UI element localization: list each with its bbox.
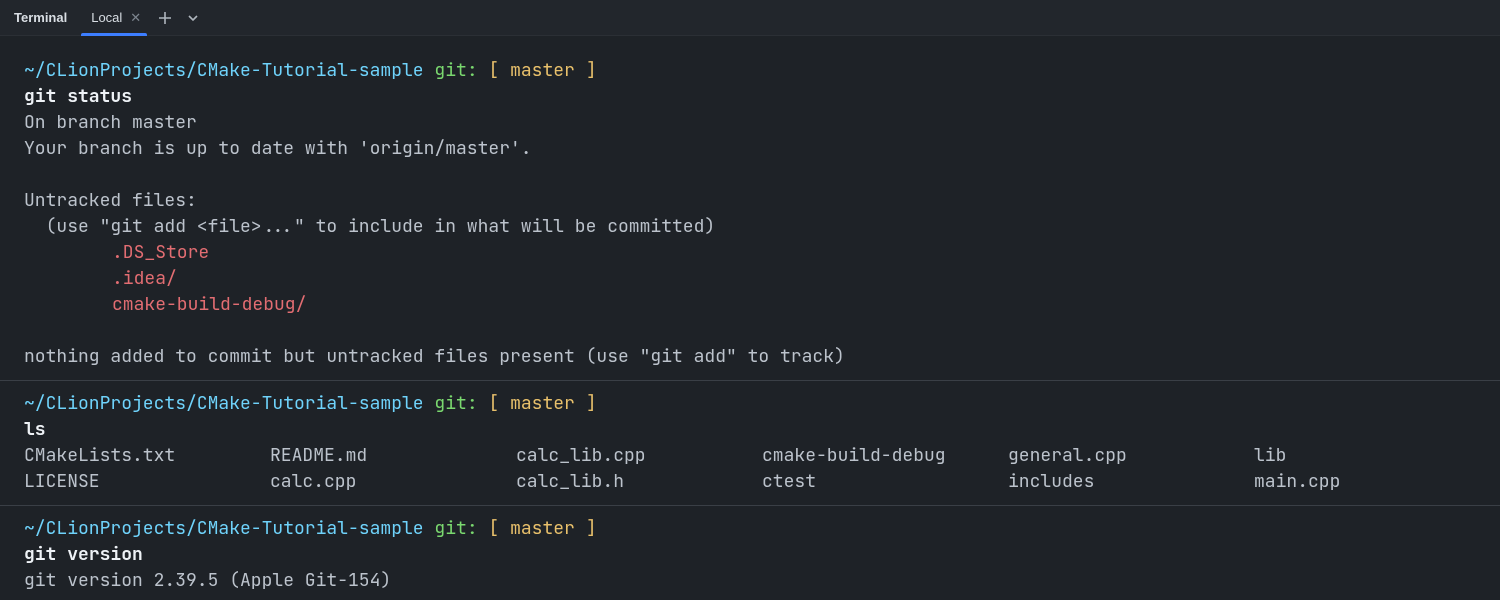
file: calc_lib.h (516, 469, 738, 495)
block-separator (0, 505, 1500, 506)
prompt-line: ~/CLionProjects/CMake-Tutorial-sample gi… (24, 391, 1476, 417)
prompt-branch-close: ] (586, 517, 597, 540)
untracked-line: .idea/ (24, 266, 1476, 292)
untracked-line: cmake-build-debug/ (24, 292, 1476, 318)
toolwindow-title: Terminal (10, 10, 77, 25)
terminal-block: ~/CLionProjects/CMake-Tutorial-sample gi… (24, 512, 1476, 598)
block-separator (0, 380, 1500, 381)
prompt-branch-close: ] (586, 392, 597, 415)
command: git version (24, 542, 1476, 568)
prompt-path: ~/CLionProjects/CMake-Tutorial-sample (24, 392, 424, 415)
tab-label: Local (91, 10, 122, 25)
terminal-block: ~/CLionProjects/CMake-Tutorial-sample gi… (24, 54, 1476, 374)
prompt-line: ~/CLionProjects/CMake-Tutorial-sample gi… (24, 516, 1476, 542)
prompt-branch-open: [ (488, 517, 499, 540)
output-line: nothing added to commit but untracked fi… (24, 344, 1476, 370)
command: git status (24, 84, 1476, 110)
terminal-viewport[interactable]: ~/CLionProjects/CMake-Tutorial-sample gi… (0, 36, 1500, 600)
output-line: On branch master (24, 110, 1476, 136)
file: calc.cpp (270, 469, 492, 495)
output-line: Untracked files: (24, 188, 1476, 214)
prompt-git: git: (434, 517, 477, 540)
prompt-git: git: (434, 392, 477, 415)
close-icon[interactable]: ✕ (130, 10, 141, 26)
prompt-branch-close: ] (586, 59, 597, 82)
chevron-down-icon (187, 12, 199, 24)
tab-menu-button[interactable] (179, 4, 207, 32)
prompt-branch-open: [ (488, 59, 499, 82)
file: includes (1008, 469, 1230, 495)
prompt-git: git: (434, 59, 477, 82)
file: ctest (762, 469, 984, 495)
file: lib (1254, 443, 1476, 469)
prompt-line: ~/CLionProjects/CMake-Tutorial-sample gi… (24, 58, 1476, 84)
output-line: (use "git add <file>..." to include in w… (24, 214, 1476, 240)
file: main.cpp (1254, 469, 1476, 495)
untracked-line: .DS_Store (24, 240, 1476, 266)
terminal-tabbar: Terminal Local ✕ (0, 0, 1500, 36)
command: ls (24, 417, 1476, 443)
prompt-branch: master (510, 517, 575, 540)
tab-local[interactable]: Local ✕ (77, 0, 151, 36)
terminal-block: ~/CLionProjects/CMake-Tutorial-sample gi… (24, 387, 1476, 499)
ls-output: CMakeLists.txt README.md calc_lib.cpp cm… (24, 443, 1476, 495)
prompt-branch-open: [ (488, 392, 499, 415)
file: README.md (270, 443, 492, 469)
file: LICENSE (24, 469, 246, 495)
output-line: git version 2.39.5 (Apple Git-154) (24, 568, 1476, 594)
file: calc_lib.cpp (516, 443, 738, 469)
prompt-branch: master (510, 59, 575, 82)
prompt-branch: master (510, 392, 575, 415)
file: general.cpp (1008, 443, 1230, 469)
prompt-path: ~/CLionProjects/CMake-Tutorial-sample (24, 59, 424, 82)
prompt-path: ~/CLionProjects/CMake-Tutorial-sample (24, 517, 424, 540)
plus-icon (158, 11, 172, 25)
file: cmake-build-debug (762, 443, 984, 469)
output-line: Your branch is up to date with 'origin/m… (24, 136, 1476, 162)
new-tab-button[interactable] (151, 4, 179, 32)
file: CMakeLists.txt (24, 443, 246, 469)
